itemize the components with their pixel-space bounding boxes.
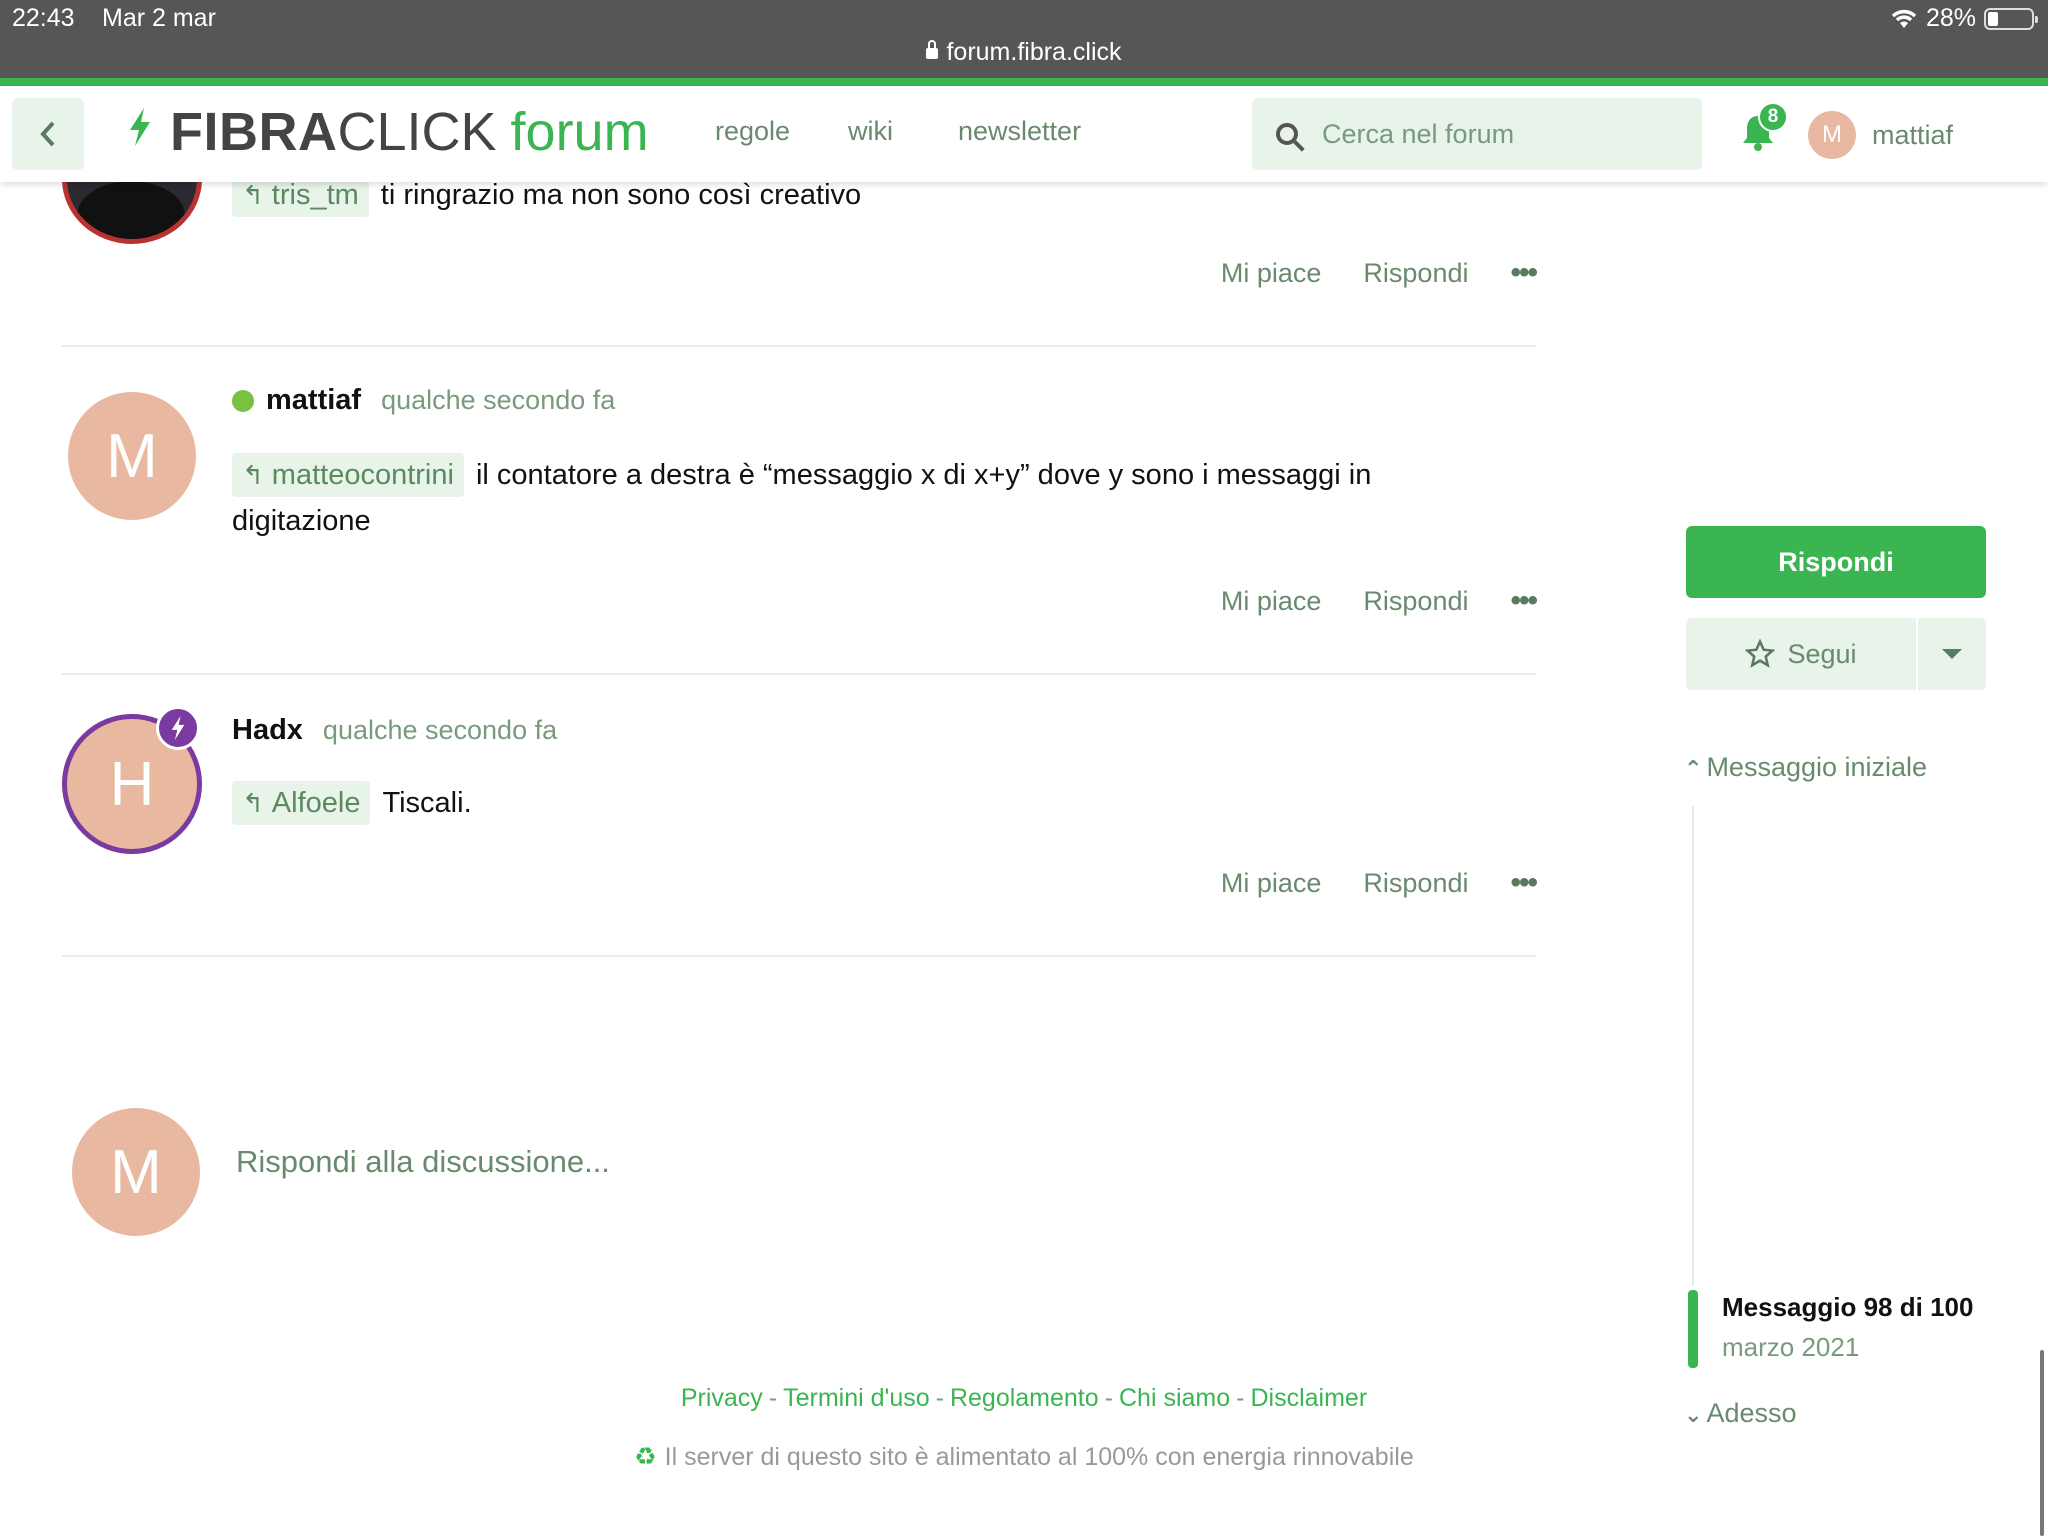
logo-forum: forum — [510, 102, 649, 162]
status-time: 22:43 — [12, 4, 75, 32]
post-text: Tiscali. — [382, 787, 472, 819]
post-body: ↰ matteocontrini il contatore a destra è “… — [232, 452, 1452, 544]
status-right: 28% — [1890, 4, 2038, 33]
bolt-icon — [128, 108, 152, 156]
reply-button[interactable]: Rispondi — [1363, 586, 1468, 617]
battery-percent: 28% — [1925, 4, 1976, 32]
post-actions: Mi piace Rispondi ••• — [1221, 866, 1538, 900]
nav-wiki[interactable]: wiki — [848, 116, 893, 147]
footer-link-disclaimer[interactable]: Disclaimer — [1250, 1384, 1367, 1412]
user-menu[interactable]: mattiaf — [1872, 120, 1953, 151]
post-time[interactable]: qualche secondo fa — [381, 385, 615, 416]
more-icon[interactable]: ••• — [1510, 256, 1537, 290]
like-button[interactable]: Mi piace — [1221, 586, 1322, 617]
scrubber-track[interactable] — [1692, 806, 1694, 1286]
caret-down-icon — [1942, 649, 1962, 659]
accent-line — [0, 78, 2048, 86]
star-icon — [1745, 639, 1776, 668]
notification-badge: 8 — [1758, 102, 1788, 132]
eco-text: Il server di questo sito è alimentato al… — [664, 1443, 1414, 1471]
composer-avatar: M — [72, 1108, 200, 1236]
search-box[interactable] — [1252, 98, 1702, 170]
reply-arrow-icon: ↰ — [242, 180, 264, 210]
post-meta: Hadx qualche secondo fa — [232, 714, 557, 747]
scrubber-handle[interactable] — [1688, 1290, 1698, 1368]
post-actions: Mi piace Rispondi ••• — [1221, 256, 1538, 290]
post-divider — [62, 673, 1536, 675]
post-meta: mattiaf qualche secondo fa — [232, 384, 615, 417]
reply-mention[interactable]: ↰ Alfoele — [232, 781, 371, 825]
more-icon[interactable]: ••• — [1510, 584, 1537, 618]
scrubber-position: Messaggio 98 di 100 — [1722, 1292, 1974, 1322]
page-scrollbar[interactable] — [2040, 1350, 2044, 1536]
post-username[interactable]: Hadx — [232, 714, 303, 747]
status-date: Mar 2 mar — [102, 4, 216, 32]
more-icon[interactable]: ••• — [1510, 866, 1537, 900]
reply-button[interactable]: Rispondi — [1363, 868, 1468, 899]
footer-link-rules[interactable]: Regolamento — [950, 1384, 1099, 1412]
recycle-icon: ♻ — [634, 1443, 657, 1471]
follow-dropdown-button[interactable] — [1918, 618, 1986, 690]
post-username[interactable]: mattiaf — [266, 384, 361, 417]
back-button[interactable] — [12, 98, 84, 170]
search-input[interactable] — [1322, 118, 1702, 150]
post-divider — [62, 345, 1536, 347]
chevron-left-icon — [40, 121, 55, 147]
moderator-badge-icon — [156, 706, 200, 750]
reply-arrow-icon: ↰ — [242, 460, 264, 490]
reply-composer[interactable]: Rispondi alla discussione... — [236, 1144, 610, 1180]
avatar[interactable]: M — [68, 392, 196, 520]
ios-status-bar: 22:43 Mar 2 mar forum.fibra.click 28% — [0, 0, 2048, 80]
wifi-icon — [1891, 9, 1917, 28]
notifications-button[interactable]: 8 — [1740, 102, 1788, 156]
scrubber-first-post[interactable]: ⌃ Messaggio iniziale — [1684, 752, 1927, 783]
user-avatar[interactable]: M — [1808, 111, 1856, 159]
post-actions: Mi piace Rispondi ••• — [1221, 584, 1538, 618]
scrubber-date: marzo 2021 — [1722, 1332, 1860, 1362]
lock-icon — [926, 40, 939, 59]
footer-link-privacy[interactable]: Privacy — [681, 1384, 763, 1412]
post-time[interactable]: qualche secondo fa — [323, 715, 557, 746]
follow-label: Segui — [1787, 638, 1857, 669]
double-chevron-up-icon: ⌃ — [1684, 756, 1703, 781]
post-divider — [62, 955, 1536, 957]
site-logo[interactable]: FIBRA CLICK forum — [128, 102, 649, 162]
post-body: ↰ Alfoele Tiscali. — [232, 780, 1452, 826]
post-text: ti ringrazio ma non sono così creativo — [380, 179, 862, 211]
footer-link-terms[interactable]: Termini d'uso — [783, 1384, 930, 1412]
nav-newsletter[interactable]: newsletter — [958, 116, 1081, 147]
logo-fibra: FIBRA — [170, 102, 338, 162]
reply-button[interactable]: Rispondi — [1363, 258, 1468, 289]
logo-click: CLICK — [337, 102, 497, 162]
address-bar[interactable]: forum.fibra.click — [0, 38, 2048, 67]
app-header: FIBRACLICKforum regole wiki newsletter 8… — [0, 86, 2048, 182]
double-chevron-down-icon: ⌄ — [1684, 1402, 1703, 1427]
like-button[interactable]: Mi piace — [1221, 868, 1322, 899]
address-url: forum.fibra.click — [946, 38, 1122, 66]
footer-eco-note: ♻ Il server di questo sito è alimentato a… — [0, 1442, 2048, 1472]
battery-icon — [1984, 7, 2038, 30]
scrubber-now[interactable]: ⌄ Adesso — [1684, 1398, 1797, 1429]
reply-discussion-button[interactable]: Rispondi — [1686, 526, 1986, 598]
follow-button[interactable]: Segui — [1686, 618, 1916, 690]
online-indicator — [232, 389, 254, 412]
search-icon — [1276, 123, 1298, 145]
reply-arrow-icon: ↰ — [242, 788, 264, 818]
follow-control: Segui — [1686, 618, 1986, 690]
like-button[interactable]: Mi piace — [1221, 258, 1322, 289]
nav-regole[interactable]: regole — [715, 116, 790, 147]
footer-link-about[interactable]: Chi siamo — [1119, 1384, 1230, 1412]
reply-mention[interactable]: ↰ matteocontrini — [232, 453, 464, 497]
